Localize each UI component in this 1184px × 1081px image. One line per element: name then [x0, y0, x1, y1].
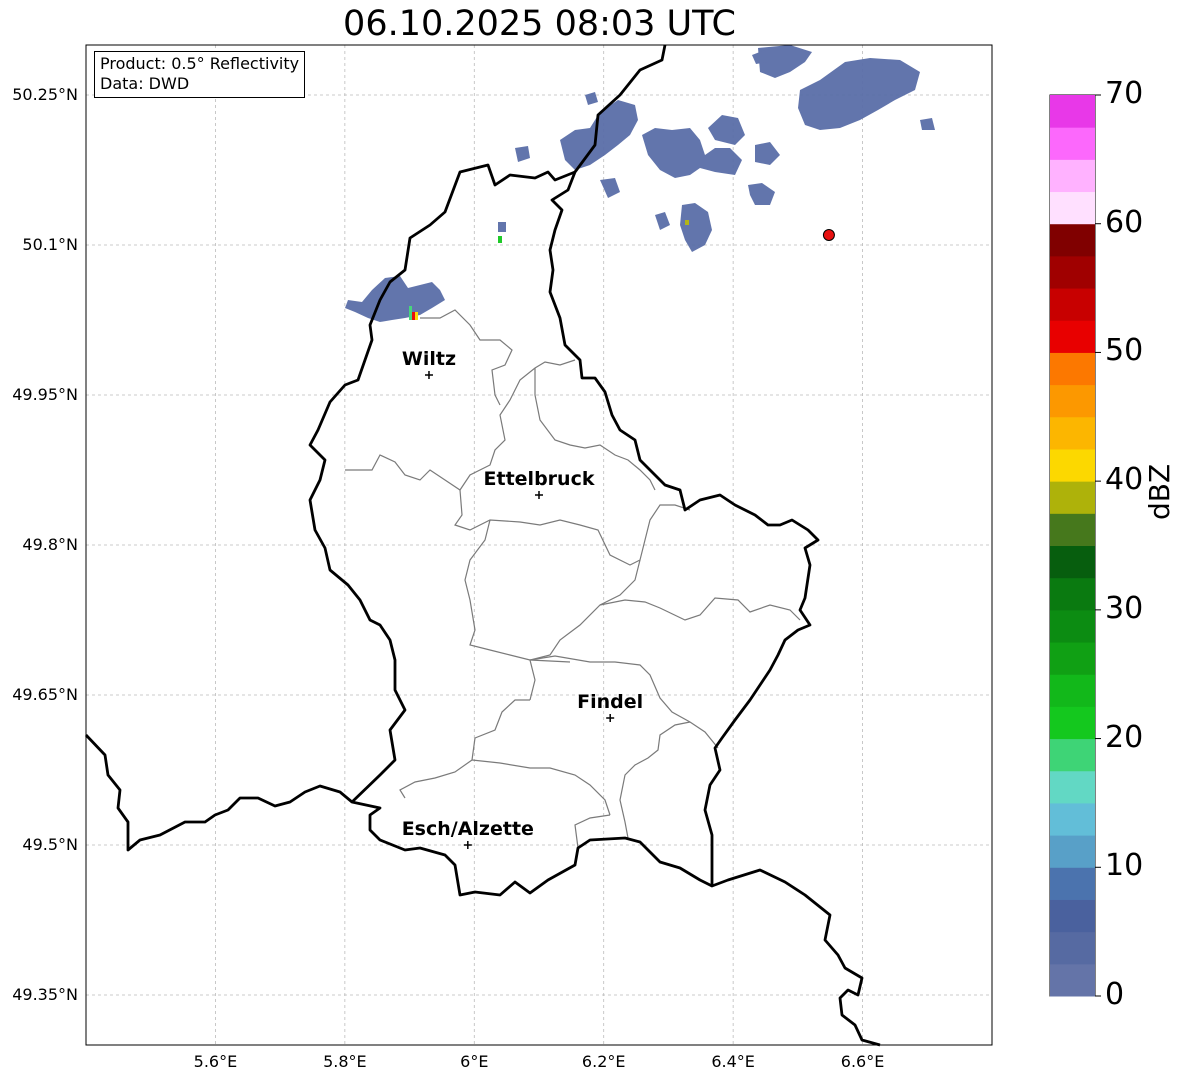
colorbar-segment — [1050, 320, 1095, 353]
colorbar-segment — [1050, 513, 1095, 546]
colorbar-tick-label: 60 — [1105, 204, 1144, 240]
colorbar-segment — [1050, 288, 1095, 321]
radar-echo — [600, 178, 620, 198]
colorbar-tick-label: 30 — [1105, 590, 1144, 626]
colorbar-segment — [1050, 448, 1095, 482]
radar-echo — [748, 183, 775, 205]
canton-border-line — [399, 699, 530, 799]
colorbar-segment — [1050, 931, 1095, 965]
colorbar-segment — [1050, 963, 1095, 997]
colorbar-segment — [1050, 223, 1095, 257]
colorbar-segment — [1050, 642, 1095, 675]
colorbar-segment — [1050, 674, 1095, 707]
lat-label: 50.25°N — [12, 85, 78, 104]
echo-cell-green — [498, 236, 502, 243]
product-info-box: Product: 0.5° Reflectivity Data: DWD — [94, 51, 306, 98]
radar-echoes — [345, 45, 935, 322]
radar-echo — [560, 100, 638, 170]
colorbar-tick-label: 10 — [1105, 848, 1144, 884]
lon-label: 6.4°E — [711, 1052, 755, 1071]
lat-label: 49.95°N — [12, 385, 78, 404]
country-border-line — [84, 734, 881, 1047]
colorbar-segment — [1050, 545, 1095, 579]
canton-border-line — [619, 721, 691, 839]
source-label: Data: DWD — [100, 74, 190, 93]
lon-label: 6.2°E — [581, 1052, 626, 1071]
gridlines — [86, 45, 992, 1045]
colorbar-tick-label: 0 — [1105, 977, 1125, 1012]
lat-label: 49.8°N — [22, 535, 78, 554]
echo-cell-olive — [685, 220, 689, 225]
colorbar-segment — [1050, 706, 1095, 740]
colorbar-segment — [1050, 352, 1095, 386]
city-label: Esch/Alzette — [401, 818, 534, 840]
colorbar-segment — [1050, 159, 1095, 193]
lon-label: 6.6°E — [840, 1052, 885, 1071]
lat-label: 49.65°N — [12, 685, 78, 704]
radar-echo — [655, 212, 670, 230]
echo-cell-red — [412, 312, 415, 320]
radar-echo — [498, 222, 506, 232]
radar-echo — [515, 146, 530, 162]
lon-label: 6°E — [460, 1052, 489, 1071]
colorbar-tick-label: 20 — [1105, 719, 1144, 755]
echo-cell-yellow — [415, 312, 418, 320]
city-markers — [424, 371, 615, 849]
canton-border-line — [529, 559, 641, 701]
canton-border-line — [574, 814, 611, 849]
city-label: Findel — [577, 691, 644, 713]
radar-map — [84, 44, 1101, 1047]
radar-echo — [798, 58, 920, 130]
lat-label: 50.1°N — [22, 235, 78, 254]
radar-echo — [680, 203, 712, 252]
radar-echo — [345, 276, 445, 322]
canton-border-line — [454, 489, 691, 566]
product-label: Product: 0.5° Reflectivity — [100, 54, 300, 73]
radar-echo — [755, 142, 780, 165]
colorbar — [1050, 94, 1101, 997]
radar-echo — [920, 118, 935, 130]
colorbar-segment — [1050, 577, 1095, 611]
colorbar-segment — [1050, 867, 1095, 900]
colorbar-tick-label: 50 — [1105, 333, 1144, 369]
radar-site-marker — [822, 229, 835, 241]
lat-label: 49.35°N — [12, 985, 78, 1004]
colorbar-tick-label: 70 — [1105, 76, 1144, 111]
colorbar-segment — [1050, 127, 1095, 160]
echo-cell-green — [409, 306, 412, 320]
canton-border-line — [471, 759, 611, 816]
lon-label: 5.6°E — [193, 1052, 238, 1071]
city-label: Ettelbruck — [483, 468, 595, 490]
canton-border-line — [599, 597, 801, 621]
canton-border-line — [464, 519, 571, 663]
colorbar-label: dBZ — [1143, 463, 1176, 520]
lon-label: 5.8°E — [323, 1052, 367, 1071]
colorbar-segment — [1050, 255, 1095, 289]
colorbar-segment — [1050, 384, 1095, 418]
colorbar-segment — [1050, 191, 1095, 225]
colorbar-segment — [1050, 835, 1095, 868]
city-label: Wiltz — [401, 348, 457, 370]
lat-label: 49.5°N — [22, 835, 78, 854]
colorbar-segment — [1050, 95, 1095, 128]
radar-echo — [708, 115, 745, 145]
colorbar-segment — [1050, 899, 1095, 933]
colorbar-segment — [1050, 802, 1095, 836]
colorbar-tick-label: 40 — [1105, 462, 1144, 498]
canton-borders — [345, 309, 801, 849]
colorbar-segment — [1050, 609, 1095, 643]
colorbar-segment — [1050, 481, 1095, 514]
colorbar-segment — [1050, 738, 1095, 772]
radar-echo — [585, 92, 598, 105]
colorbar-segment — [1050, 770, 1095, 804]
colorbar-segment — [1050, 416, 1095, 450]
